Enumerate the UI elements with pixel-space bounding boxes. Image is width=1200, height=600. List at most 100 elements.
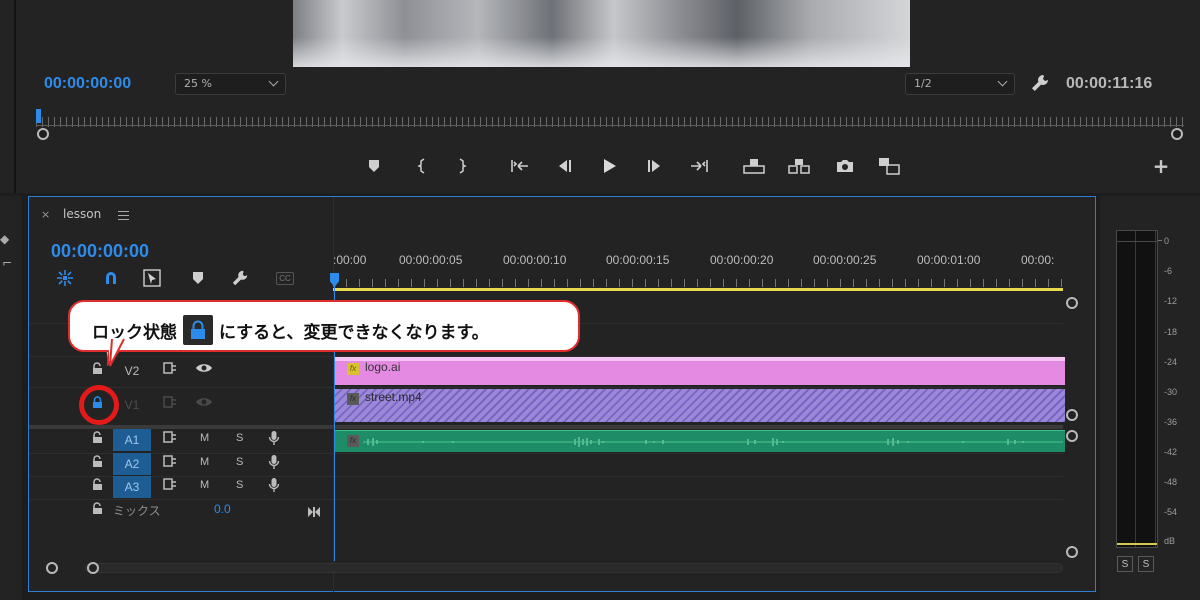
zoom-value: 25 % xyxy=(184,77,212,90)
ruler-ticks xyxy=(333,279,1063,287)
solo-button[interactable]: S xyxy=(236,479,243,491)
go-to-end-icon[interactable] xyxy=(307,503,321,522)
monitor-scroll-end-handle[interactable] xyxy=(1171,128,1183,140)
mute-button[interactable]: M xyxy=(200,479,209,491)
pen-tool-icon[interactable]: ◆ xyxy=(0,232,9,246)
step-forward-icon[interactable] xyxy=(642,153,668,179)
monitor-playhead[interactable] xyxy=(36,109,41,123)
audio-scroll-handle[interactable] xyxy=(1066,430,1078,442)
unlock-icon[interactable] xyxy=(92,502,103,518)
db-label: -12 xyxy=(1164,296,1178,306)
microphone-icon[interactable] xyxy=(268,430,280,449)
camera-icon[interactable] xyxy=(832,153,858,179)
mark-out-icon[interactable] xyxy=(449,153,475,179)
snap-icon[interactable] xyxy=(100,269,122,287)
eye-icon[interactable] xyxy=(195,396,213,411)
comparison-view-icon[interactable] xyxy=(876,153,902,179)
mute-button[interactable]: M xyxy=(200,456,209,468)
monitor-time-ruler[interactable] xyxy=(36,112,1184,130)
timeline-current-time[interactable]: 00:00:00:00 xyxy=(51,241,149,262)
zoom-dropdown[interactable]: 25 % xyxy=(175,73,286,95)
unlock-icon[interactable] xyxy=(92,362,103,378)
solo-button[interactable]: S xyxy=(236,456,243,468)
mix-volume[interactable]: 0.0 xyxy=(214,502,231,516)
fx-badge: fx xyxy=(347,435,359,447)
unlock-icon[interactable] xyxy=(92,431,103,447)
sync-lock-icon[interactable] xyxy=(163,431,177,446)
captions-icon[interactable]: CC xyxy=(273,269,297,287)
clip-audio[interactable]: fx xyxy=(335,430,1065,452)
microphone-icon[interactable] xyxy=(268,477,280,496)
db-label: -6 xyxy=(1164,266,1173,276)
sync-lock-icon[interactable] xyxy=(163,455,177,470)
lift-icon[interactable] xyxy=(741,153,767,179)
video-scroll-handle[interactable] xyxy=(1066,409,1078,421)
callout-box: ロック状態 にすると、変更できなくなります。 xyxy=(68,300,580,352)
audio-scroll-handle[interactable] xyxy=(1066,546,1078,558)
sync-lock-icon[interactable] xyxy=(163,362,177,377)
marker-icon[interactable] xyxy=(361,153,387,179)
callout-text-after: にすると、変更できなくなります。 xyxy=(219,322,489,343)
step-back-icon[interactable] xyxy=(551,153,577,179)
track-target-a2[interactable]: A2 xyxy=(113,453,151,475)
sequence-tab[interactable]: lesson xyxy=(63,207,101,221)
go-to-out-icon[interactable] xyxy=(686,153,712,179)
premiere-workspace: 00:00:00:00 25 % 1/2 00:00:11:16 + ◆ ⌐ ×… xyxy=(0,0,1200,600)
go-to-in-icon[interactable] xyxy=(507,153,533,179)
zoom-scroll-start-handle[interactable] xyxy=(46,562,58,574)
microphone-icon[interactable] xyxy=(268,454,280,473)
resolution-value: 1/2 xyxy=(914,77,932,90)
mark-in-icon[interactable] xyxy=(409,153,435,179)
mute-button[interactable]: M xyxy=(200,432,209,444)
work-area-bar[interactable] xyxy=(333,288,1063,291)
unlock-icon[interactable] xyxy=(92,478,103,494)
panel-divider xyxy=(14,0,16,193)
settings-wrench-icon[interactable] xyxy=(1030,73,1052,95)
unlock-icon[interactable] xyxy=(92,455,103,471)
eye-icon[interactable] xyxy=(195,362,213,377)
sync-lock-icon[interactable] xyxy=(163,396,177,411)
settings-wrench-icon[interactable] xyxy=(229,269,251,287)
tools-strip: ◆ ⌐ xyxy=(0,196,22,600)
track-header-a3: A3 M S xyxy=(29,475,333,499)
monitor-scroll-start-handle[interactable] xyxy=(37,128,49,140)
type-tool-icon[interactable]: ⌐ xyxy=(2,256,12,270)
timeline-horizontal-scrollbar[interactable] xyxy=(85,563,1063,573)
nest-icon[interactable] xyxy=(54,269,76,287)
track-target-a3[interactable]: A3 xyxy=(113,476,151,498)
close-tab-icon[interactable]: × xyxy=(41,208,50,221)
monitor-duration: 00:00:11:16 xyxy=(1066,75,1153,92)
mix-label: ミックス xyxy=(113,504,161,518)
ruler-label: :00:00 xyxy=(333,253,367,267)
captions-label: CC xyxy=(276,271,294,285)
ruler-label: 00:00: xyxy=(1021,253,1055,267)
program-monitor: 00:00:00:00 25 % 1/2 00:00:11:16 + xyxy=(0,0,1200,193)
video-scroll-handle[interactable] xyxy=(1066,297,1078,309)
audio-waveform xyxy=(363,437,1063,447)
clip-street[interactable]: fx street.mp4 xyxy=(335,389,1065,422)
play-icon[interactable] xyxy=(596,153,622,179)
track-target-a1[interactable]: A1 xyxy=(113,429,151,451)
monitor-current-time[interactable]: 00:00:00:00 xyxy=(44,75,131,93)
db-label: -36 xyxy=(1164,417,1178,427)
panel-menu-icon[interactable] xyxy=(118,211,129,220)
db-label: 0 xyxy=(1164,236,1170,246)
extract-icon[interactable] xyxy=(786,153,812,179)
track-header-v1: V1 xyxy=(29,394,333,418)
solo-left-button[interactable]: S xyxy=(1117,556,1133,572)
linked-selection-icon[interactable] xyxy=(141,269,163,287)
meter-peak-line xyxy=(1117,543,1157,545)
solo-right-button[interactable]: S xyxy=(1138,556,1154,572)
track-header-mix: ミックス 0.0 xyxy=(29,499,333,523)
clip-logo[interactable]: fx logo.ai xyxy=(335,357,1065,385)
add-button[interactable]: + xyxy=(1148,153,1174,179)
timeline-ruler[interactable]: :00:00 00:00:00:05 00:00:00:10 00:00:00:… xyxy=(333,253,1063,289)
sync-lock-icon[interactable] xyxy=(163,478,177,493)
db-label: dB xyxy=(1164,536,1176,546)
callout-pointer xyxy=(108,338,125,367)
add-marker-icon[interactable] xyxy=(187,269,209,287)
track-separator xyxy=(29,387,1063,388)
zoom-scroll-end-handle[interactable] xyxy=(87,562,99,574)
resolution-dropdown[interactable]: 1/2 xyxy=(905,73,1015,95)
solo-button[interactable]: S xyxy=(236,432,243,444)
